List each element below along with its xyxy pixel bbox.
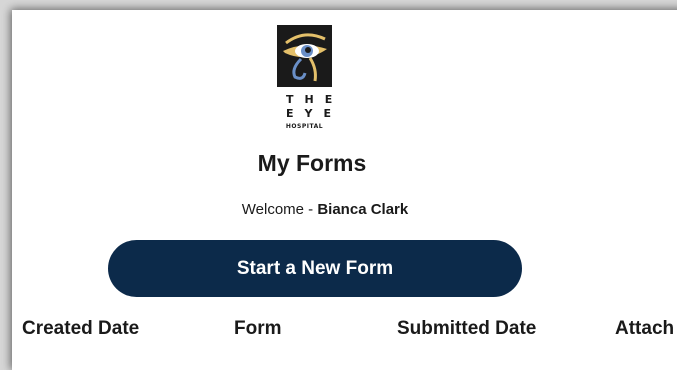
column-header-attach[interactable]: Attach <box>615 318 674 340</box>
welcome-message: Welcome - Bianca Clark <box>12 201 638 218</box>
welcome-prefix: Welcome - <box>241 201 318 218</box>
logo-line-eye: EYE <box>286 107 342 120</box>
forms-table-header: Created Date Form Submitted Date Attach <box>12 318 677 348</box>
logo-line-hospital: HOSPITAL <box>285 123 324 130</box>
column-header-form[interactable]: Form <box>234 318 282 340</box>
logo-wordmark: THE EYE HOSPITAL <box>277 93 332 131</box>
forms-card: THE EYE HOSPITAL My Forms Welcome - Bian… <box>12 10 677 370</box>
eye-hospital-logo: THE EYE HOSPITAL <box>277 25 332 131</box>
logo-line-the: THE <box>286 93 344 106</box>
user-name: Bianca Clark <box>317 201 409 218</box>
page-title: My Forms <box>257 150 367 176</box>
start-new-form-button[interactable]: Start a New Form <box>108 240 522 297</box>
column-header-submitted-date[interactable]: Submitted Date <box>397 318 536 340</box>
eye-of-horus-icon <box>277 25 332 87</box>
column-header-created-date[interactable]: Created Date <box>22 318 139 340</box>
